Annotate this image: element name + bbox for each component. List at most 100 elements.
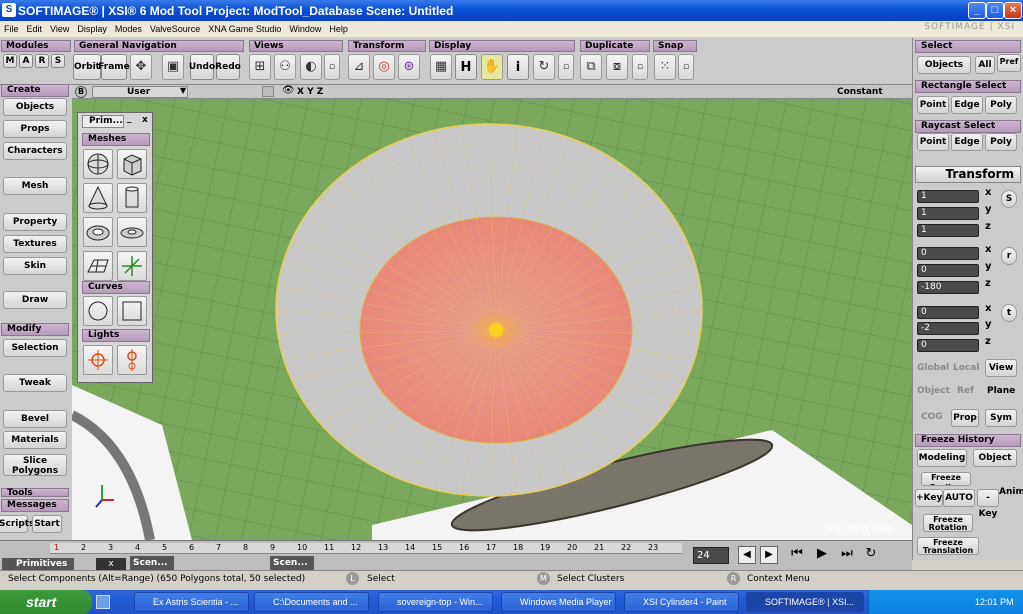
- frame-button[interactable]: Frame: [98, 54, 130, 80]
- square-curve-icon[interactable]: [117, 296, 147, 326]
- freeze-scaling-button[interactable]: Freeze Scaling: [921, 472, 971, 486]
- create-mesh-button[interactable]: Mesh: [3, 177, 67, 195]
- torus-icon[interactable]: [83, 217, 113, 247]
- menu-file[interactable]: File: [4, 24, 19, 34]
- minimize-button[interactable]: _: [968, 2, 986, 19]
- scene-tab-2[interactable]: Scen...: [270, 556, 314, 570]
- current-frame-field[interactable]: 24: [693, 547, 729, 564]
- translate-x-field[interactable]: 0: [917, 306, 979, 319]
- rotate-tool-icon[interactable]: ◎: [373, 54, 395, 80]
- cone-icon[interactable]: [83, 183, 113, 213]
- rotate-y-field[interactable]: 0: [917, 264, 979, 277]
- taskbar-item[interactable]: XSI Cylinder4 - Paint: [624, 592, 739, 612]
- display-mode-select[interactable]: Constant: [837, 87, 883, 97]
- scale-tool-button[interactable]: S: [1001, 190, 1017, 208]
- spot-light-icon[interactable]: [117, 345, 147, 375]
- viewport-menu-button[interactable]: B: [75, 86, 87, 98]
- disc-icon[interactable]: [117, 217, 147, 247]
- menu-window[interactable]: Window: [289, 24, 321, 34]
- orbit-button[interactable]: Orbit: [73, 54, 101, 80]
- create-objects-button[interactable]: Objects: [3, 98, 67, 116]
- modify-tweak-button[interactable]: Tweak: [3, 374, 67, 392]
- rotate-x-label[interactable]: x: [985, 244, 991, 255]
- select-all-button[interactable]: All: [975, 56, 995, 74]
- menu-view[interactable]: View: [50, 24, 69, 34]
- frame-ruler[interactable]: 1 2 3 4 5 6 7 8 9 10 11 12 13 14 15 16 17 18 19 20 21 22 23: [50, 543, 682, 554]
- modify-bevel-button[interactable]: Bevel: [3, 410, 67, 428]
- grid-icon[interactable]: ▦: [430, 54, 452, 80]
- rect-poly-button[interactable]: Poly: [985, 96, 1017, 114]
- sym-button[interactable]: Sym: [985, 409, 1017, 427]
- plane-button[interactable]: Plane: [987, 386, 1015, 396]
- quicklaunch-icon[interactable]: [96, 595, 110, 609]
- global-button[interactable]: Global: [917, 363, 949, 373]
- create-draw-button[interactable]: Draw: [3, 291, 67, 309]
- snap-grid-icon[interactable]: ⁙: [654, 54, 676, 80]
- minimize-icon[interactable]: _: [127, 114, 132, 124]
- last-frame-icon[interactable]: ⏭: [836, 546, 858, 564]
- snap-option-icon[interactable]: ▫: [678, 54, 694, 80]
- rotate-y-label[interactable]: y: [985, 261, 992, 272]
- axes-label[interactable]: X Y Z: [297, 87, 323, 97]
- remove-key-button[interactable]: -Key: [977, 489, 999, 519]
- play-icon[interactable]: ▶: [812, 546, 832, 564]
- refresh-icon[interactable]: ↻: [533, 54, 555, 80]
- taskbar-item[interactable]: Ex Astris Scientia - ...: [134, 592, 249, 612]
- select-pref-button[interactable]: Pref: [997, 54, 1021, 72]
- zoom-icon[interactable]: ▣: [162, 54, 184, 80]
- create-props-button[interactable]: Props: [3, 120, 67, 138]
- loop-icon[interactable]: ↻: [862, 546, 880, 564]
- taskbar-item[interactable]: C:\Documents and ...: [254, 592, 369, 612]
- circle-curve-icon[interactable]: [83, 296, 113, 326]
- camera-icon[interactable]: [262, 86, 274, 97]
- views-option-icon[interactable]: ▫: [324, 54, 340, 80]
- undo-button[interactable]: Undo: [189, 54, 215, 80]
- menu-help[interactable]: Help: [329, 24, 348, 34]
- view-button[interactable]: View: [985, 359, 1017, 377]
- scale-y-field[interactable]: 1: [917, 207, 979, 220]
- cube-icon[interactable]: [117, 149, 147, 179]
- close-button[interactable]: ×: [1004, 2, 1022, 19]
- module-m-button[interactable]: M: [3, 54, 17, 68]
- menu-edit[interactable]: Edit: [27, 24, 43, 34]
- ref-button[interactable]: Ref: [957, 386, 974, 396]
- sphere-icon[interactable]: [83, 149, 113, 179]
- primitives-tab[interactable]: Primitives: [2, 558, 74, 570]
- display-option-icon[interactable]: ▫: [558, 54, 574, 80]
- cog-button[interactable]: COG: [921, 412, 943, 422]
- duplicate-option-icon[interactable]: ▫: [632, 54, 648, 80]
- duplicate-icon[interactable]: ⧉: [580, 54, 602, 80]
- taskbar-item[interactable]: sovereign-top - Win...: [378, 592, 493, 612]
- menu-modes[interactable]: Modes: [115, 24, 142, 34]
- local-button[interactable]: Local: [953, 363, 979, 373]
- taskbar-item-active[interactable]: SOFTIMAGE® | XSI...: [746, 592, 864, 612]
- scripts-button[interactable]: Scripts: [0, 515, 34, 533]
- next-frame-icon[interactable]: ▶: [760, 546, 778, 564]
- windows-start-button[interactable]: start: [0, 590, 92, 614]
- close-primitives-tab-button[interactable]: x: [96, 558, 126, 570]
- rotate-z-label[interactable]: z: [985, 278, 991, 289]
- translate-y-field[interactable]: -2: [917, 322, 979, 335]
- translate-z-field[interactable]: 0: [917, 339, 979, 352]
- translate-z-label[interactable]: z: [985, 336, 991, 347]
- rect-edge-button[interactable]: Edge: [951, 96, 983, 114]
- module-r-button[interactable]: R: [35, 54, 49, 68]
- module-a-button[interactable]: A: [19, 54, 33, 68]
- translate-y-label[interactable]: y: [985, 319, 992, 330]
- prop-button[interactable]: Prop: [951, 409, 979, 427]
- cylinder-icon[interactable]: [117, 183, 147, 213]
- rotate-z-field[interactable]: -180: [917, 281, 979, 294]
- modify-materials-button[interactable]: Materials: [3, 431, 67, 449]
- grid-plane-icon[interactable]: [83, 251, 113, 281]
- select-objects-button[interactable]: Objects: [917, 56, 971, 74]
- pan-icon[interactable]: ✥: [130, 54, 152, 80]
- modify-selection-button[interactable]: Selection: [3, 339, 67, 357]
- hierarchy-icon[interactable]: ⚇: [274, 54, 296, 80]
- hand-icon[interactable]: ✋: [481, 54, 503, 80]
- menu-valvesource[interactable]: ValveSource: [150, 24, 200, 34]
- instance-icon[interactable]: ⧇: [606, 54, 628, 80]
- scale-z-field[interactable]: 1: [917, 224, 979, 237]
- create-textures-button[interactable]: Textures: [3, 235, 67, 253]
- module-s-button[interactable]: S: [51, 54, 65, 68]
- raycast-poly-button[interactable]: Poly: [985, 133, 1017, 151]
